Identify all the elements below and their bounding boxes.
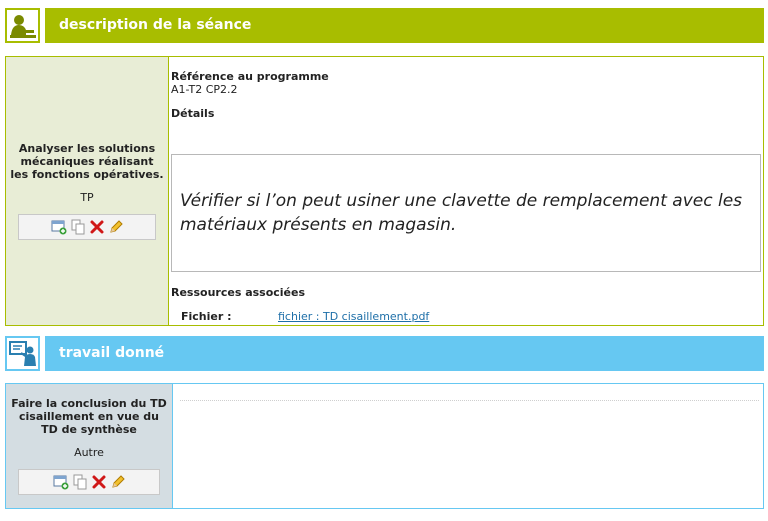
- delete-icon[interactable]: [89, 219, 105, 235]
- travail-toolbar: [18, 469, 160, 495]
- details-text: Vérifier si l’on peut usiner une clavett…: [180, 191, 743, 235]
- add-window-icon[interactable]: [51, 219, 67, 235]
- section-title: travail donné: [45, 336, 764, 371]
- edit-pencil-icon[interactable]: [110, 474, 126, 490]
- travail-panel: Faire la conclusion du TD cisaillement e…: [5, 383, 764, 509]
- details-box: Vérifier si l’on peut usiner une clavett…: [171, 154, 761, 272]
- resources-label: Ressources associées: [171, 286, 306, 299]
- travail-type: Autre: [74, 446, 104, 459]
- teacher-at-board-icon: [5, 336, 40, 371]
- seance-summary: Analyser les solutions mécaniques réalis…: [6, 57, 169, 325]
- seance-toolbar: [18, 214, 156, 240]
- divider: [180, 400, 759, 401]
- travail-details-area: [174, 384, 763, 508]
- student-at-desk-icon: [5, 8, 40, 43]
- travail-objective: Faire la conclusion du TD cisaillement e…: [11, 397, 167, 436]
- seance-panel: Analyser les solutions mécaniques réalis…: [5, 56, 764, 326]
- details-label: Détails: [171, 107, 215, 120]
- add-window-icon[interactable]: [53, 474, 69, 490]
- reference-label: Référence au programme: [171, 70, 329, 83]
- copy-icon[interactable]: [72, 474, 88, 490]
- seance-type: TP: [80, 191, 94, 204]
- file-label: Fichier :: [181, 310, 232, 323]
- section-title: description de la séance: [45, 8, 764, 43]
- edit-pencil-icon[interactable]: [108, 219, 124, 235]
- reference-value: A1-T2 CP2.2: [171, 83, 238, 96]
- delete-icon[interactable]: [91, 474, 107, 490]
- seance-details-area: Référence au programme A1-T2 CP2.2 Détai…: [170, 57, 763, 325]
- travail-summary: Faire la conclusion du TD cisaillement e…: [6, 384, 173, 508]
- section-header-description: description de la séance: [5, 8, 764, 43]
- section-header-travail: travail donné: [5, 336, 764, 371]
- file-link[interactable]: fichier : TD cisaillement.pdf: [278, 310, 429, 323]
- seance-objective: Analyser les solutions mécaniques réalis…: [10, 142, 164, 181]
- copy-icon[interactable]: [70, 219, 86, 235]
